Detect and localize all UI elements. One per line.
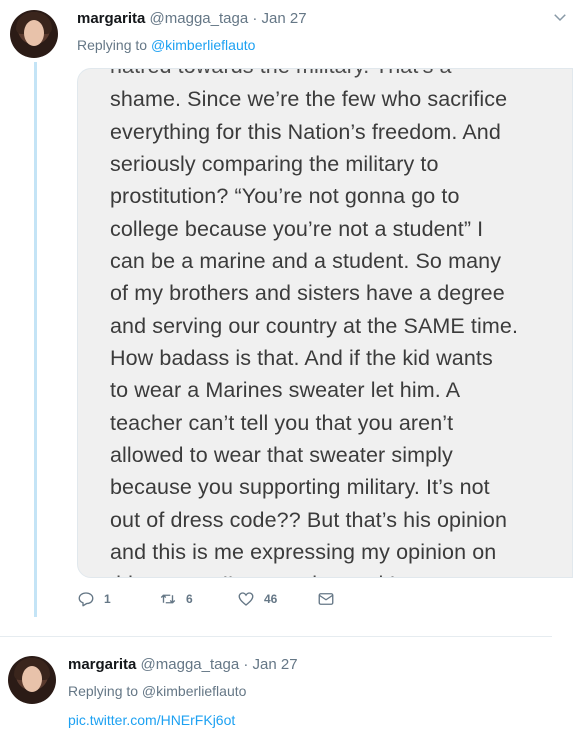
reply-button[interactable]: 1 — [77, 588, 111, 610]
reply-icon — [78, 592, 94, 607]
tweet-actions: 1 6 46 — [77, 588, 357, 612]
direct-message-icon — [318, 593, 334, 605]
replying-to: Replying to @kimberlieflauto — [68, 683, 247, 699]
separator-dot: · — [252, 10, 258, 27]
tweet[interactable]: margarita @magga_taga · Jan 27 Replying … — [0, 640, 573, 737]
replying-to-prefix: Replying to — [77, 37, 151, 53]
direct-message-button[interactable] — [317, 588, 344, 610]
reply-count: 1 — [104, 592, 111, 606]
avatar-face — [24, 20, 44, 46]
image-text-line: and this is me expressing my opinion on — [110, 540, 497, 564]
like-icon — [238, 592, 254, 606]
image-text-line: hatred towards the military. That's a — [110, 69, 452, 83]
image-text-line: college because you’re not a student” I — [110, 217, 484, 241]
thread-line — [34, 62, 37, 617]
image-text-line: allowed to wear that sweater simply — [110, 443, 453, 467]
image-text-line: teacher can’t tell you that you aren’t — [110, 411, 454, 435]
avatar-face — [22, 666, 42, 692]
replying-to-link[interactable]: @kimberlieflauto — [151, 37, 255, 53]
image-text-line: shame. Since we’re the few who sacrifice — [110, 87, 508, 111]
retweet-count: 6 — [186, 592, 193, 606]
user-handle[interactable]: @magga_taga — [150, 10, 249, 27]
display-name[interactable]: margarita — [77, 10, 145, 27]
attached-image[interactable]: hatred towards the military. That's a sh… — [77, 68, 573, 578]
avatar[interactable] — [10, 10, 58, 58]
media-link[interactable]: pic.twitter.com/HNErFKj6ot — [68, 712, 235, 728]
image-text-line: this matter. I'm a marine and I support — [110, 568, 474, 577]
image-text-line: prostitution? “You’re not gonna go to — [110, 184, 460, 208]
image-text-line: and serving our country at the SAME time… — [110, 314, 519, 338]
image-text-line: because you supporting military. It’s no… — [110, 475, 490, 499]
tweet-date[interactable]: Jan 27 — [253, 656, 298, 673]
image-text-line: How badass is that. And if the kid wants — [110, 346, 493, 370]
display-name[interactable]: margarita — [68, 656, 136, 673]
image-text-line: everything for this Nation’s freedom. An… — [110, 120, 501, 144]
like-button[interactable]: 46 — [237, 588, 277, 610]
image-text-line: can be a marine and a student. So many — [110, 249, 502, 273]
tweet-date[interactable]: Jan 27 — [262, 10, 307, 27]
tweet[interactable]: margarita @magga_taga · Jan 27 Replying … — [0, 0, 573, 630]
image-text-line: to wear a Marines sweater let him. A — [110, 378, 461, 402]
image-text-line: seriously comparing the military to — [110, 152, 439, 176]
tweet-header: margarita @magga_taga · Jan 27 — [77, 10, 307, 28]
user-handle[interactable]: @magga_taga — [141, 656, 240, 673]
like-count: 46 — [264, 592, 278, 606]
image-text-line: out of dress code?? But that’s his opini… — [110, 508, 508, 532]
retweet-icon — [160, 594, 176, 604]
retweet-button[interactable]: 6 — [159, 588, 193, 610]
chevron-down-icon[interactable] — [551, 8, 569, 26]
separator-dot: · — [243, 656, 249, 673]
tweet-divider — [0, 636, 552, 637]
avatar[interactable] — [8, 656, 56, 704]
image-text-line: of my brothers and sisters have a degree — [110, 281, 505, 305]
replying-to: Replying to @kimberlieflauto — [77, 36, 255, 54]
tweet-header: margarita @magga_taga · Jan 27 — [68, 656, 298, 674]
